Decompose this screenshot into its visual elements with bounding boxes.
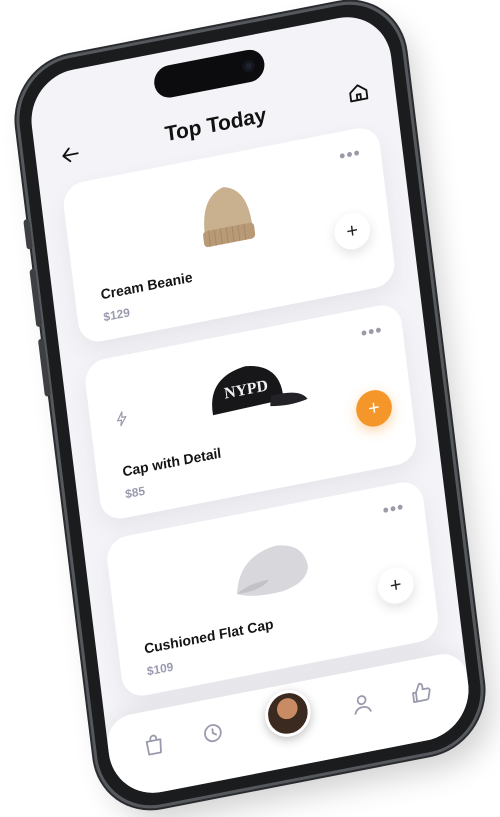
flash-icon <box>117 411 127 427</box>
phone-frame: Top Today ••• Cream Beanie $129 + ••• NY… <box>12 0 488 816</box>
beanie-hat-image <box>203 187 256 248</box>
home-button[interactable] <box>346 79 372 107</box>
volume-up-button <box>29 268 43 328</box>
plus-icon: + <box>366 395 382 420</box>
volume-down-button <box>37 338 51 397</box>
mute-switch <box>23 218 33 250</box>
dynamic-island <box>152 47 267 101</box>
add-to-cart-button[interactable]: + <box>375 564 416 607</box>
tab-bag[interactable] <box>141 730 170 761</box>
product-name: Cushioned Flat Cap <box>143 615 275 657</box>
plus-icon: + <box>388 572 403 598</box>
history-icon <box>204 724 222 743</box>
tab-user[interactable] <box>349 689 378 720</box>
more-options-button[interactable]: ••• <box>338 142 362 167</box>
product-list: ••• Cream Beanie $129 + ••• NYPD Cap wit… <box>61 124 442 718</box>
user-icon <box>354 695 372 715</box>
product-name: Cap with Detail <box>121 444 222 480</box>
add-to-cart-button[interactable]: + <box>332 209 373 253</box>
nypd-cap-image: NYPD <box>212 366 308 416</box>
add-to-cart-button[interactable]: + <box>354 387 394 430</box>
more-options-button[interactable]: ••• <box>360 319 384 344</box>
more-options-button[interactable]: ••• <box>381 496 405 521</box>
phone-screen: Top Today ••• Cream Beanie $129 + ••• NY… <box>26 8 474 802</box>
plus-icon: + <box>345 218 360 243</box>
bag-icon <box>145 734 162 756</box>
product-price: $85 <box>124 483 146 502</box>
tab-like[interactable] <box>408 678 437 709</box>
product-price: $129 <box>102 305 131 325</box>
thumbs-up-icon <box>412 682 431 704</box>
flat-cap-image <box>237 545 308 596</box>
tab-history[interactable] <box>200 718 229 749</box>
product-price: $109 <box>146 659 175 679</box>
home-icon <box>349 84 369 103</box>
camera-icon <box>241 58 256 74</box>
product-name: Cream Beanie <box>99 268 194 303</box>
profile-avatar[interactable] <box>262 686 314 741</box>
